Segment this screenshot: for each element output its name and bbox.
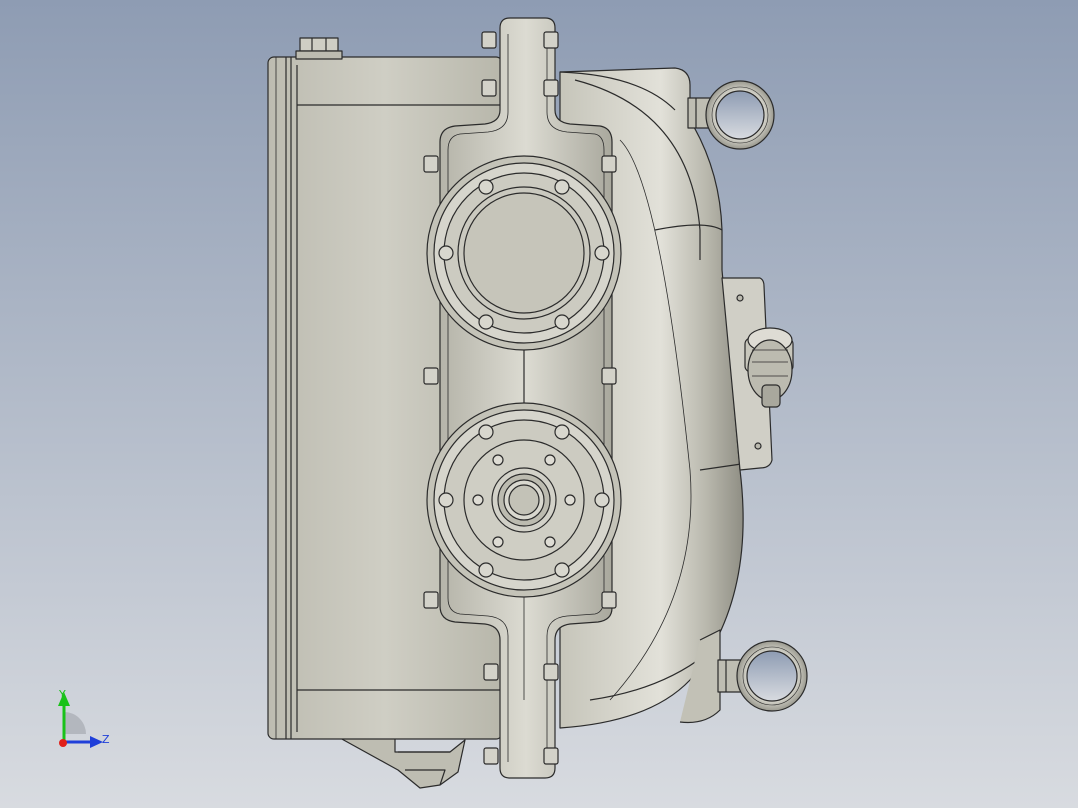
triad-y-label: Y bbox=[58, 688, 66, 701]
breather-plug[interactable] bbox=[295, 37, 343, 60]
triad-z-label: Z bbox=[102, 733, 110, 746]
gearbox-housing[interactable] bbox=[267, 17, 808, 789]
cad-viewport[interactable]: Y Z bbox=[0, 0, 1078, 808]
upper-bearing-cover bbox=[426, 155, 622, 351]
output-shaft[interactable] bbox=[491, 467, 557, 533]
